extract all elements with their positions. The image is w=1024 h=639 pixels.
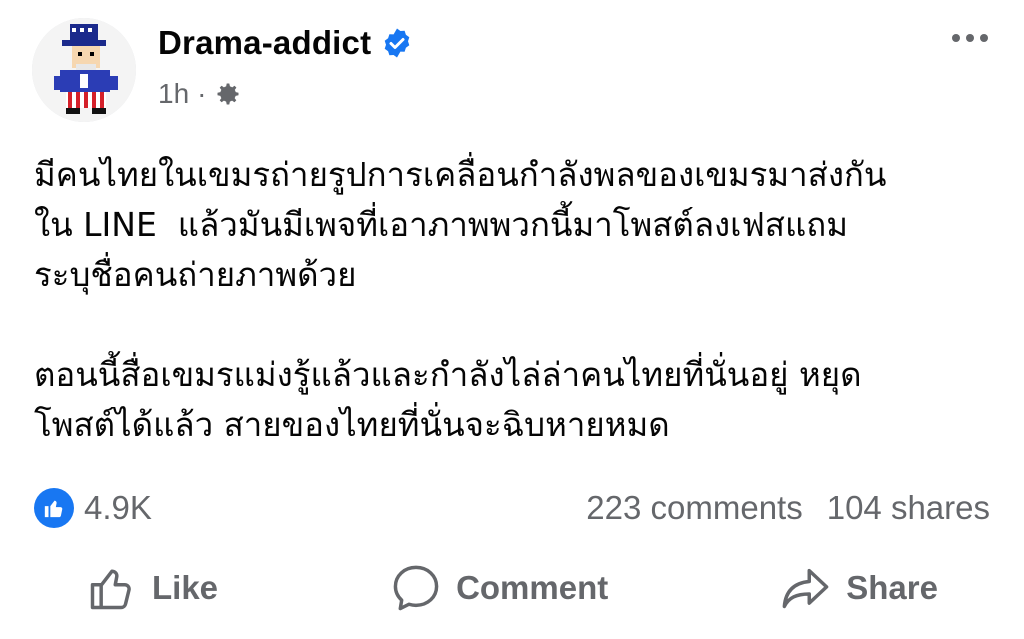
comment-button[interactable]: Comment	[370, 562, 628, 614]
post-actions: Like Comment Share	[0, 556, 1024, 620]
share-count[interactable]: 104 shares	[827, 489, 990, 527]
more-options-icon[interactable]	[952, 34, 988, 42]
reaction-count[interactable]: 4.9K	[84, 489, 152, 527]
page-avatar[interactable]	[32, 18, 136, 122]
thumbs-up-icon	[90, 569, 131, 610]
share-arrow-icon	[782, 568, 829, 609]
meta-separator: ·	[197, 78, 207, 109]
post-stats: 4.9K 223 comments 104 shares	[34, 486, 990, 530]
gear-icon[interactable]	[214, 80, 242, 108]
post-time[interactable]: 1h	[158, 78, 189, 110]
comment-bubble-icon	[393, 565, 439, 611]
author-name[interactable]: Drama-addict	[158, 24, 371, 62]
thumbs-up-icon	[34, 488, 74, 528]
post-text: มีคนไทยในเขมรถ่ายรูปการเคลื่อนกำลังพลของ…	[34, 155, 887, 444]
comment-label: Comment	[456, 569, 609, 606]
post-author[interactable]: Drama-addict	[158, 24, 413, 62]
comment-count[interactable]: 223 comments	[586, 489, 802, 527]
uncle-sam-avatar-image	[32, 18, 136, 122]
verified-badge-icon	[384, 28, 410, 58]
share-button[interactable]: Share	[760, 562, 958, 614]
like-button[interactable]: Like	[66, 562, 238, 614]
post-meta: 1h ·	[158, 78, 242, 110]
like-label: Like	[152, 569, 219, 606]
share-label: Share	[846, 569, 938, 606]
